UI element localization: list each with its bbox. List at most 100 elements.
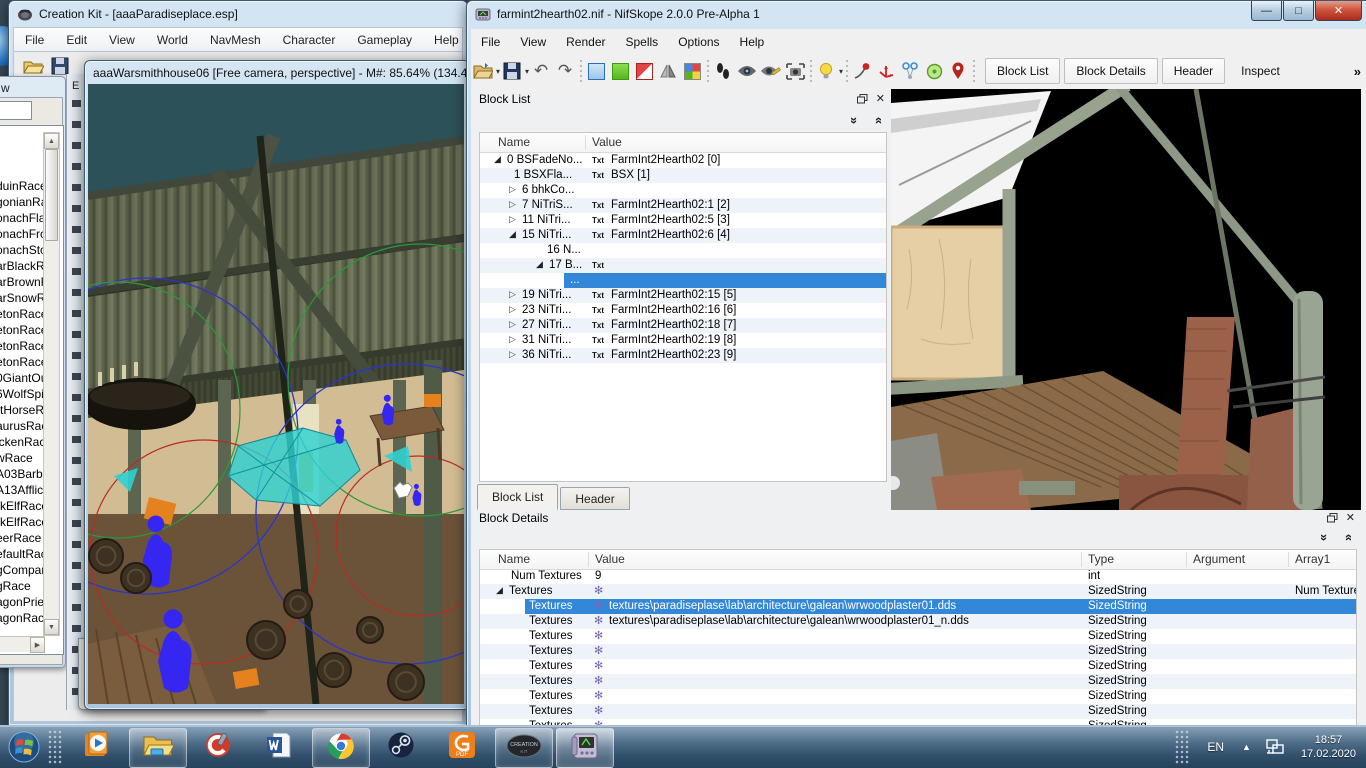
race-list-item[interactable]: rtHorseR.: [0, 402, 43, 418]
taskbar-button-creation-kit[interactable]: CREATIONKIT: [495, 728, 553, 768]
block-details-row[interactable]: Textures✻SizedString: [480, 689, 1356, 704]
race-list-item[interactable]: gCompar: [0, 562, 43, 578]
location-pin-icon[interactable]: [946, 59, 970, 83]
race-list-item[interactable]: etonRace: [0, 306, 43, 322]
block-list-row[interactable]: ▷11 NiTri...TxtFarmInt2Hearth02:5 [3]: [480, 213, 886, 228]
branch-closed-icon[interactable]: ▷: [509, 214, 516, 225]
nif-menu-options[interactable]: Options: [668, 35, 729, 49]
flip-normals-icon[interactable]: [656, 59, 680, 83]
block-details-row[interactable]: Textures✻SizedString: [480, 629, 1356, 644]
block-list-row[interactable]: ...: [480, 273, 886, 288]
race-list-item[interactable]: eerRace: [0, 530, 43, 546]
taskbar-button-word[interactable]: [251, 728, 307, 766]
block-list-row[interactable]: ◢15 NiTri...TxtFarmInt2Hearth02:6 [4]: [480, 228, 886, 243]
block-list-row[interactable]: ▷7 NiTriS...TxtFarmInt2Hearth02:1 [2]: [480, 198, 886, 213]
close-panel-icon[interactable]: ✕: [876, 92, 885, 105]
scroll-down-arrow[interactable]: ▼: [44, 619, 59, 635]
block-list-row[interactable]: ▷19 NiTri...TxtFarmInt2Hearth02:15 [5]: [480, 288, 886, 303]
creation-kit-titlebar[interactable]: Creation Kit - [aaaParadiseplace.esp]: [9, 1, 467, 27]
ck-3d-viewport[interactable]: [88, 84, 464, 704]
race-list-item[interactable]: etonRace: [0, 354, 43, 370]
race-list-item[interactable]: onachFla: [0, 210, 43, 226]
open-file-icon[interactable]: [471, 59, 495, 83]
scroll-up-arrow[interactable]: ▲: [44, 133, 59, 149]
minimize-button[interactable]: —: [1251, 1, 1282, 21]
vertex-pin-icon[interactable]: [850, 59, 874, 83]
block-list-row[interactable]: ▷31 NiTri...TxtFarmInt2Hearth02:19 [8]: [480, 333, 886, 348]
block-details-row[interactable]: Textures✻textures\paradiseplase\lab\arch…: [480, 599, 1356, 614]
block-details-row[interactable]: Textures✻SizedString: [480, 659, 1356, 674]
branch-closed-icon[interactable]: ▷: [509, 199, 516, 210]
race-list-item[interactable]: A03Barba:: [0, 466, 43, 482]
branch-closed-icon[interactable]: ▷: [509, 349, 516, 360]
nifskope-titlebar[interactable]: farmint2hearth02.nif - NifSkope 2.0.0 Pr…: [467, 1, 1366, 27]
race-list-item[interactable]: ickenRac: [0, 434, 43, 450]
col-type[interactable]: Type: [1088, 552, 1114, 566]
axes-icon[interactable]: [874, 59, 898, 83]
race-list-item[interactable]: agonRac: [0, 610, 43, 626]
race-list-item[interactable]: gonianRa: [0, 194, 43, 210]
float-panel-icon[interactable]: [1327, 513, 1338, 523]
block-list-row[interactable]: ◢0 BSFadeNo...TxtFarmInt2Hearth02 [0]: [480, 153, 886, 168]
race-list-item[interactable]: 6WolfSpi: [0, 386, 43, 402]
cube-red-icon[interactable]: [632, 59, 656, 83]
cube-blue-icon[interactable]: [584, 59, 608, 83]
taskbar-button-nifskope[interactable]: [556, 728, 614, 768]
branch-closed-icon[interactable]: ▷: [509, 304, 516, 315]
network-icon[interactable]: [1265, 738, 1285, 756]
race-list-item[interactable]: wRace: [0, 450, 43, 466]
clock[interactable]: 18:57 17.02.2020: [1291, 733, 1366, 761]
block-list-table[interactable]: Name Value ◢0 BSFadeNo...TxtFarmInt2Hear…: [479, 132, 887, 482]
redo-icon[interactable]: ↷: [553, 59, 577, 83]
block-list-row[interactable]: ▷6 bhkCo...: [480, 183, 886, 198]
block-list-row[interactable]: ◢17 B...Txt: [480, 258, 886, 273]
branch-closed-icon[interactable]: ▷: [509, 319, 516, 330]
taskbar-button-foxit-pdf[interactable]: PDF: [434, 728, 490, 766]
nif-menu-render[interactable]: Render: [556, 35, 615, 49]
ck-menu-edit[interactable]: Edit: [55, 33, 98, 47]
race-list-item[interactable]: onachFrc: [0, 226, 43, 242]
toolbar-button-block-details[interactable]: Block Details: [1064, 58, 1157, 84]
scroll-thumb[interactable]: [45, 149, 58, 241]
toolbar-button-header[interactable]: Header: [1162, 58, 1225, 84]
race-list-item[interactable]: efaultRace: [0, 546, 43, 562]
block-details-header[interactable]: Name Value Type Argument Array1: [480, 550, 1356, 570]
toolbar-button-block-list[interactable]: Block List: [985, 58, 1060, 84]
nif-menu-spells[interactable]: Spells: [616, 35, 669, 49]
show-nodes-eye-icon[interactable]: [735, 59, 759, 83]
race-list-item[interactable]: rkElfRace: [0, 514, 43, 530]
block-list-row[interactable]: ▷27 NiTri...TxtFarmInt2Hearth02:18 [7]: [480, 318, 886, 333]
object-filter-input[interactable]: [0, 101, 32, 120]
ck-open-icon[interactable]: [22, 56, 44, 76]
lighting-bulb-icon[interactable]: [814, 59, 838, 83]
race-list-item[interactable]: agonPries: [0, 594, 43, 610]
branch-open-icon[interactable]: ◢: [494, 154, 501, 165]
ck-menu-view[interactable]: View: [98, 33, 146, 47]
race-list-hscrollbar[interactable]: ▶: [0, 636, 45, 652]
col-array1[interactable]: Array1: [1295, 552, 1330, 566]
branch-open-icon[interactable]: ◢: [536, 259, 543, 270]
block-details-row[interactable]: Textures✻SizedString: [480, 644, 1356, 659]
render-window-titlebar[interactable]: aaaWarsmithhouse06 [Free camera, perspec…: [85, 61, 469, 84]
center-view-icon[interactable]: [922, 59, 946, 83]
cube-green-icon[interactable]: [608, 59, 632, 83]
footprints-icon[interactable]: [711, 59, 735, 83]
toolbar-overflow-chevron[interactable]: »: [1354, 64, 1361, 79]
nif-3d-viewport[interactable]: [891, 89, 1361, 510]
taskbar-button-explorer[interactable]: [129, 728, 187, 768]
undo-icon[interactable]: ↶: [529, 59, 553, 83]
collapse-all-icon[interactable]: »: [1340, 534, 1355, 541]
ck-menu-character[interactable]: Character: [272, 33, 347, 47]
language-indicator[interactable]: EN: [1197, 740, 1234, 754]
race-list-item[interactable]: duinRace: [0, 178, 43, 194]
ck-save-icon[interactable]: [50, 56, 70, 76]
col-value[interactable]: Value: [592, 135, 622, 149]
close-panel-icon[interactable]: ✕: [1346, 511, 1355, 524]
dock-tab-header[interactable]: Header: [560, 487, 629, 510]
race-list-item[interactable]: arBlackR: [0, 258, 43, 274]
branch-closed-icon[interactable]: ▷: [509, 184, 516, 195]
race-list-item[interactable]: A13Afflicte: [0, 482, 43, 498]
block-details-table[interactable]: Name Value Type Argument Array1 Num Text…: [479, 549, 1357, 739]
show-hidden-icons-chevron[interactable]: ▲: [1234, 742, 1259, 752]
close-button[interactable]: ✕: [1315, 1, 1362, 21]
